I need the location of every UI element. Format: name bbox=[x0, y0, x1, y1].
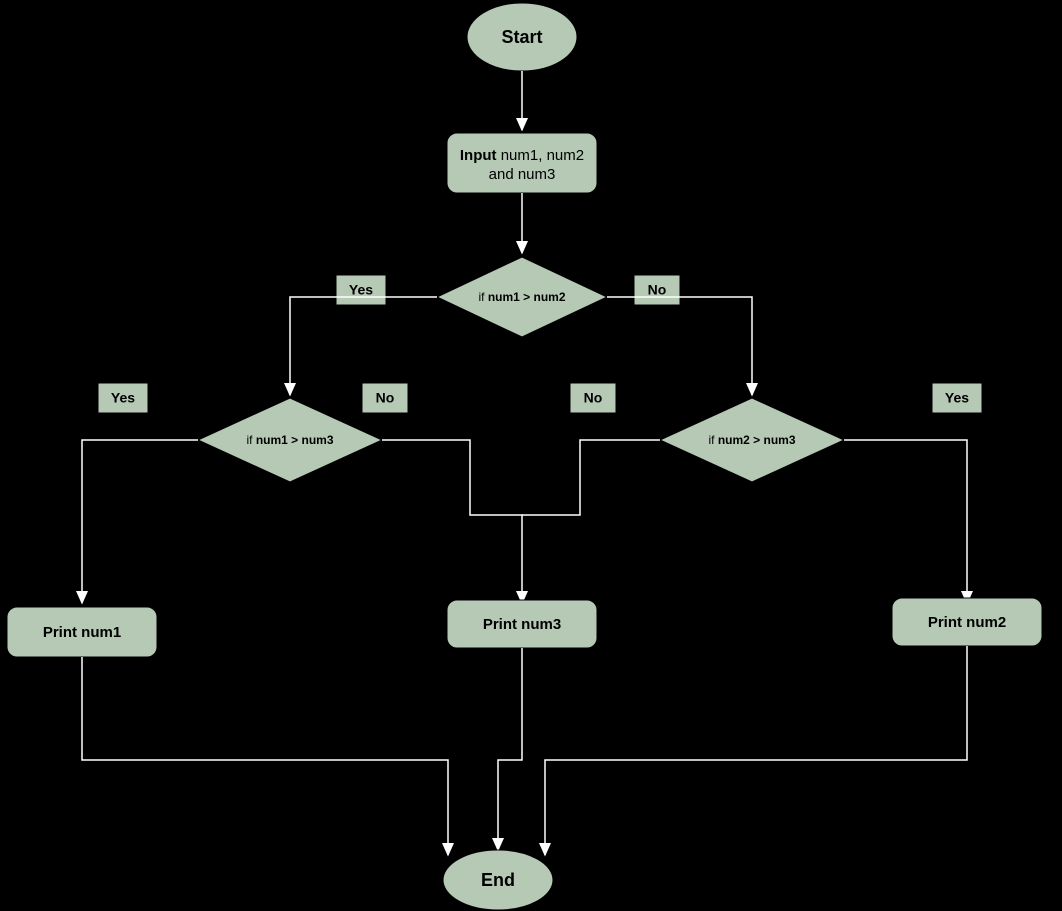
d1-yes-label: Yes bbox=[336, 275, 386, 305]
print-num3-label: Print num3 bbox=[483, 616, 561, 633]
d1-no-label: No bbox=[634, 275, 680, 305]
d2-prefix: if bbox=[246, 433, 255, 447]
connector-d2-p3 bbox=[382, 440, 522, 603]
svg-text:if num2 > num3: if num2 > num3 bbox=[708, 433, 795, 447]
connector-d1-d2 bbox=[290, 297, 437, 395]
svg-text:Yes: Yes bbox=[111, 390, 135, 406]
svg-text:if num1 > num3: if num1 > num3 bbox=[246, 433, 333, 447]
d3-cond: num2 > num3 bbox=[718, 433, 796, 447]
svg-text:No: No bbox=[584, 390, 603, 406]
d3-yes-label: Yes bbox=[932, 383, 982, 413]
print-num3-node: Print num3 bbox=[447, 600, 597, 648]
connector-p2-end bbox=[545, 646, 967, 855]
d2-cond: num1 > num3 bbox=[256, 433, 334, 447]
connector-p1-end bbox=[82, 657, 448, 855]
decision-2: if num1 > num3 bbox=[198, 398, 382, 482]
end-label: End bbox=[481, 870, 515, 890]
connector-p3-end bbox=[498, 648, 522, 850]
svg-text:if num1 > num2: if num1 > num2 bbox=[478, 290, 565, 304]
start-node: Start bbox=[467, 3, 577, 71]
connector-d2-p1 bbox=[82, 440, 198, 603]
d3-no-label: No bbox=[570, 383, 616, 413]
d3-prefix: if bbox=[708, 433, 717, 447]
start-label: Start bbox=[501, 27, 542, 47]
print-num2-node: Print num2 bbox=[892, 598, 1042, 646]
decision-1: if num1 > num2 bbox=[437, 257, 607, 337]
d1-cond: num1 > num2 bbox=[488, 290, 566, 304]
connector-d1-d3 bbox=[607, 297, 752, 395]
d2-no-label: No bbox=[362, 383, 408, 413]
d1-prefix: if bbox=[478, 290, 487, 304]
print-num1-node: Print num1 bbox=[7, 607, 157, 657]
input-line1-bold: Input bbox=[460, 147, 497, 164]
input-node: Input num1, num2 and num3 bbox=[447, 133, 597, 193]
input-line2: and num3 bbox=[489, 166, 556, 183]
svg-text:No: No bbox=[376, 390, 395, 406]
svg-text:Yes: Yes bbox=[349, 282, 373, 298]
flowchart-canvas: Start Input num1, num2 and num3 if num1 … bbox=[0, 0, 1062, 911]
connector-d3-p3 bbox=[522, 440, 660, 515]
svg-text:Input num1, num2: Input num1, num2 bbox=[460, 147, 584, 164]
svg-text:Yes: Yes bbox=[945, 390, 969, 406]
d2-yes-label: Yes bbox=[98, 383, 148, 413]
print-num2-label: Print num2 bbox=[928, 614, 1006, 631]
input-line1-rest: num1, num2 bbox=[497, 147, 585, 164]
print-num1-label: Print num1 bbox=[43, 624, 121, 641]
end-node: End bbox=[443, 850, 553, 910]
decision-3: if num2 > num3 bbox=[660, 398, 844, 482]
svg-text:No: No bbox=[648, 282, 667, 298]
connector-d3-p2 bbox=[844, 440, 967, 603]
